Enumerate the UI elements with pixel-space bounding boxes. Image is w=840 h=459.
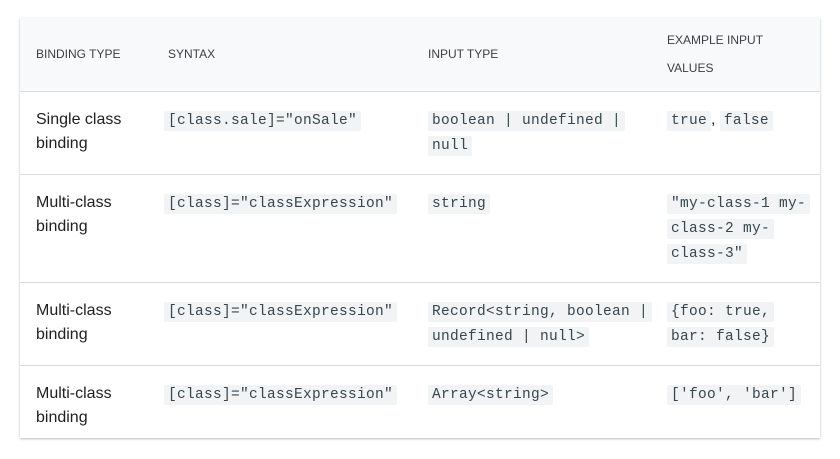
binding-table: BINDING TYPE SYNTAX INPUT TYPE EXAMPLE I…	[20, 18, 820, 438]
syntax-cell: [class]="classExpression"	[156, 174, 420, 283]
class-binding-table: BINDING TYPE SYNTAX INPUT TYPE EXAMPLE I…	[20, 18, 820, 438]
example-value-code: false	[719, 110, 773, 131]
syntax-code: [class]="classExpression"	[164, 301, 398, 322]
input-type-code: string	[428, 193, 491, 214]
input-type-cell: Array<string>	[420, 365, 659, 438]
binding-type-cell: Multi-class binding	[36, 384, 112, 426]
example-values-cell: {foo: true, bar: false}	[659, 282, 820, 366]
example-values-cell: ['foo', 'bar']	[659, 365, 820, 438]
binding-type-cell: Multi-class binding	[20, 282, 156, 366]
input-type-cell: Record<string, boolean | undefined | nul…	[420, 282, 659, 366]
table-row: Single class binding [class.sale]="onSal…	[20, 91, 820, 175]
header-binding-type: BINDING TYPE	[20, 18, 156, 92]
example-separator: ,	[711, 110, 720, 128]
table-body: Single class binding [class.sale]="onSal…	[20, 91, 820, 438]
syntax-code: [class]="classExpression"	[164, 193, 398, 214]
input-type-cell: boolean | undefined | null	[420, 91, 659, 175]
header-input-type: INPUT TYPE	[420, 18, 659, 92]
table-row: Multi-class binding [class]="classExpres…	[20, 282, 820, 366]
example-value-code: "my-class-1 my-class-2 my-class-3"	[667, 193, 811, 264]
example-value-code: ['foo', 'bar']	[667, 384, 802, 405]
syntax-code: [class]="classExpression"	[164, 384, 398, 405]
header-row: BINDING TYPE SYNTAX INPUT TYPE EXAMPLE I…	[20, 18, 820, 92]
table-header: BINDING TYPE SYNTAX INPUT TYPE EXAMPLE I…	[20, 18, 820, 92]
syntax-cell: [class]="classExpression"	[156, 365, 420, 438]
syntax-cell: [class.sale]="onSale"	[156, 91, 420, 175]
binding-type-cell: Single class binding	[20, 91, 156, 175]
example-value-code: {foo: true, bar: false}	[667, 301, 775, 347]
header-example-input-values: EXAMPLE INPUT VALUES	[659, 18, 820, 92]
example-values-cell: true, false	[659, 91, 820, 175]
input-type-code: Record<string, boolean | undefined | nul…	[428, 301, 653, 347]
syntax-code: [class.sale]="onSale"	[164, 110, 362, 131]
table-row: Multi-class binding [class]="classExpres…	[20, 365, 820, 438]
example-value-code: true	[667, 110, 712, 131]
binding-type-cell: Multi-class binding	[20, 174, 156, 283]
header-syntax: SYNTAX	[156, 18, 420, 92]
input-type-cell: string	[420, 174, 659, 283]
example-values-cell: "my-class-1 my-class-2 my-class-3"	[659, 174, 820, 283]
syntax-cell: [class]="classExpression"	[156, 282, 420, 366]
input-type-code: Array<string>	[428, 384, 554, 405]
input-type-code: boolean | undefined | null	[428, 110, 626, 156]
table-row: Multi-class binding [class]="classExpres…	[20, 174, 820, 283]
